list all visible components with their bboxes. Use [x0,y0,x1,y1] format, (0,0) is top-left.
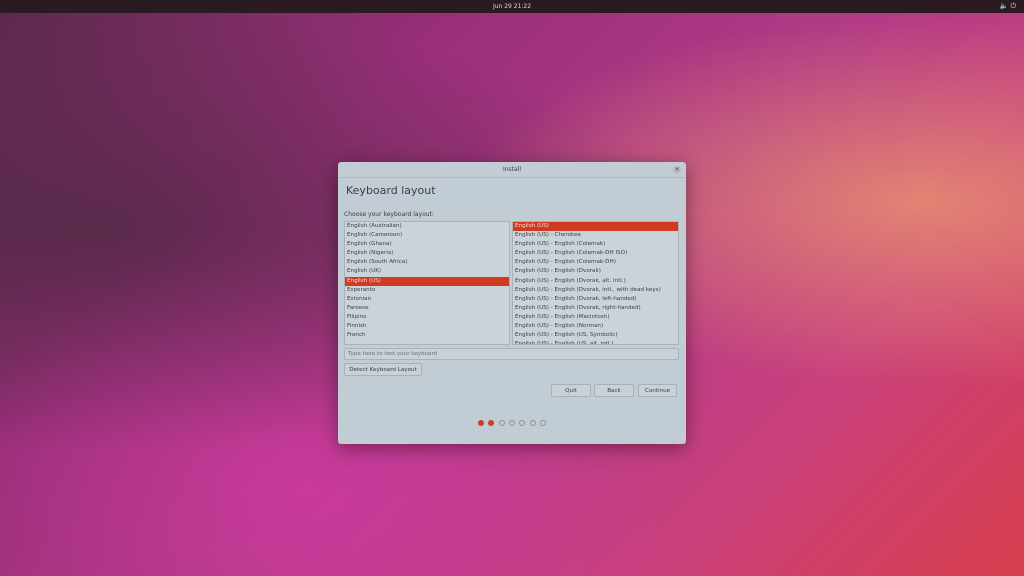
variant-list-item[interactable]: English (US) - English (Dvorak) [513,267,678,276]
layout-list-item[interactable]: Esperanto [345,286,509,295]
layout-list-item[interactable]: Filipino [345,313,509,322]
variant-list-item[interactable]: English (US) - English (Dvorak, intl., w… [513,286,678,295]
close-icon[interactable]: × [673,166,681,174]
layout-list-item[interactable]: English (Cameroon) [345,231,509,240]
layout-list-item[interactable]: Faroese [345,304,509,313]
progress-dots [338,420,686,426]
layout-list[interactable]: English (Australian) English (Cameroon) En… [344,221,510,345]
progress-dot [509,420,515,426]
keyboard-test-input[interactable]: Type here to test your keyboard [344,348,679,360]
layout-list-item[interactable]: English (UK) [345,267,509,276]
variant-list-item[interactable]: English (US) - English (Norman) [513,322,678,331]
variant-list-item[interactable]: English (US) - English (Colemak-DH ISO) [513,249,678,258]
progress-dot [540,420,547,426]
variant-list-item[interactable]: English (US) - English (Dvorak, left-han… [513,295,678,304]
variant-list-item[interactable]: English (US) - English (Dvorak, right-ha… [513,304,678,313]
top-bar: Jun 29 21:22 🔈 ⏻ [0,0,1024,13]
detect-layout-button[interactable]: Detect Keyboard Layout [344,363,422,376]
progress-dot [519,420,526,426]
layout-list-item[interactable]: English (South Africa) [345,258,509,267]
variant-list[interactable]: English (US) English (US) - Cherokee Engli… [512,221,679,345]
variant-list-item[interactable]: English (US) - English (Macintosh) [513,313,678,322]
variant-list-item[interactable]: English (US) - English (Colemak) [513,240,678,249]
variant-list-item[interactable]: English (US) [513,222,678,232]
layout-list-item[interactable]: Estonian [345,295,509,304]
clock[interactable]: Jun 29 21:22 [0,3,1024,10]
title-bar: Install × [338,162,686,178]
layout-list-item[interactable]: English (Australian) [345,222,509,231]
variant-list-item[interactable]: English (US) - English (US, Symbolic) [513,331,678,340]
choose-label: Choose your keyboard layout: [344,211,434,218]
layout-list-item[interactable]: English (US) [345,276,509,286]
progress-dot [488,420,495,426]
window-title: Install [502,166,522,173]
layout-list-item[interactable]: Finnish [345,322,509,331]
back-button[interactable]: Back [594,384,634,397]
variant-list-item[interactable]: English (US) - English (US, alt. intl.) [513,340,678,344]
progress-dot [498,420,505,426]
layout-list-item[interactable]: English (Ghana) [345,240,509,249]
layout-list-item[interactable]: English (Nigeria) [345,249,509,258]
variant-list-item[interactable]: English (US) - English (Colemak-DH) [513,258,678,267]
page-title: Keyboard layout [346,184,436,197]
variant-list-item[interactable]: English (US) - Cherokee [513,231,678,240]
variant-list-item[interactable]: English (US) - English (Dvorak, alt. int… [513,277,678,286]
progress-dot [477,420,484,426]
continue-button[interactable]: Continue [638,384,677,397]
quit-button[interactable]: Quit [551,384,591,397]
installer-window: Install × Keyboard layout Choose your ke… [338,162,686,444]
progress-dot [529,420,536,426]
system-menu-icon[interactable]: 🔈 ⏻ [1000,2,1016,11]
layout-list-item[interactable]: French [345,331,509,340]
